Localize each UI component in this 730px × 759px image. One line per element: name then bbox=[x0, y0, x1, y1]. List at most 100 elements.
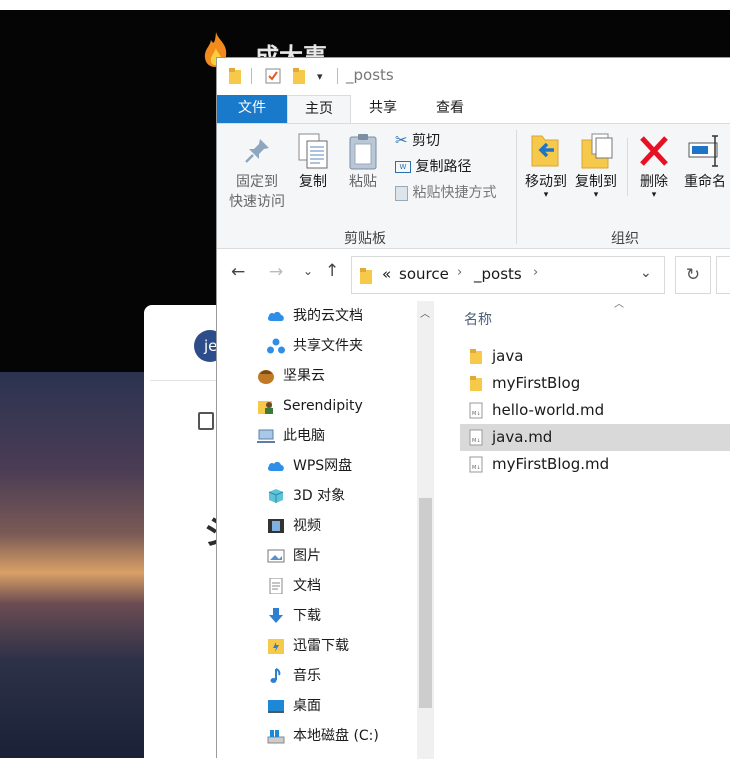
copy-to-dropdown-arrow: ▾ bbox=[593, 190, 599, 200]
pin-label-line1: 固定到 bbox=[236, 174, 278, 190]
cube-icon bbox=[268, 489, 284, 503]
tab-file[interactable]: 文件 bbox=[217, 95, 287, 123]
forward-arrow-icon[interactable]: → bbox=[269, 262, 283, 282]
paste-label: 粘贴 bbox=[349, 174, 377, 190]
copy-to-label: 复制到 bbox=[575, 174, 617, 190]
svg-text:M↓: M↓ bbox=[472, 411, 481, 417]
music-icon bbox=[270, 668, 281, 683]
customize-toolbar-arrow[interactable]: ▾ bbox=[317, 70, 323, 83]
clipboard-group-label: 剪贴板 bbox=[344, 231, 386, 247]
ribbon-tabs: 文件 主页 共享 查看 bbox=[217, 95, 730, 123]
list-item[interactable]: myFirstBlog bbox=[462, 370, 730, 397]
paste-button[interactable]: 粘贴 bbox=[345, 132, 381, 192]
navigation-pane: 我的云文档 共享文件夹 坚果云 Serendipity 此电脑 WPS网盘 3D… bbox=[217, 301, 434, 759]
clipboard-paste-icon bbox=[349, 134, 377, 170]
column-header-name[interactable]: 名称 bbox=[464, 309, 492, 329]
download-icon bbox=[269, 608, 283, 623]
delete-x-icon bbox=[640, 136, 668, 166]
address-bar[interactable]: « source › _posts › ⌄ bbox=[351, 256, 665, 294]
list-item[interactable]: M↓ myFirstBlog.md bbox=[462, 451, 730, 478]
up-arrow-icon[interactable]: ↑ bbox=[325, 261, 339, 281]
move-to-folder-icon bbox=[531, 135, 559, 167]
folder-icon bbox=[360, 268, 372, 284]
list-item-selected[interactable]: M↓ java.md bbox=[460, 424, 730, 451]
disk-icon bbox=[267, 730, 285, 744]
markdown-file-icon: M↓ bbox=[469, 456, 483, 473]
copy-to-button[interactable]: 复制到 ▾ bbox=[571, 132, 621, 200]
breadcrumb-overflow[interactable]: « bbox=[382, 265, 391, 283]
new-folder-icon[interactable] bbox=[293, 68, 305, 84]
list-item[interactable]: M↓ hello-world.md bbox=[462, 397, 730, 424]
svg-text:M↓: M↓ bbox=[472, 465, 481, 471]
thunder-folder-icon bbox=[268, 639, 284, 654]
copy-to-folder-icon bbox=[581, 133, 613, 169]
copy-path-button[interactable]: W 复制路径 bbox=[395, 156, 471, 176]
breadcrumb-source[interactable]: source bbox=[399, 265, 449, 283]
document-icon bbox=[269, 578, 283, 594]
svg-text:M↓: M↓ bbox=[472, 438, 481, 444]
tab-share[interactable]: 共享 bbox=[351, 95, 415, 123]
move-to-dropdown-arrow: ▾ bbox=[543, 190, 549, 200]
move-to-label: 移动到 bbox=[525, 174, 567, 190]
copy-path-icon: W bbox=[395, 161, 411, 173]
paste-shortcut-label: 粘贴快捷方式 bbox=[412, 185, 497, 201]
delete-button[interactable]: 删除 ▾ bbox=[633, 132, 675, 200]
breadcrumb-chevron-icon[interactable]: › bbox=[533, 265, 538, 280]
navigation-scrollbar[interactable]: ︿ bbox=[417, 301, 434, 759]
address-dropdown-icon[interactable]: ⌄ bbox=[640, 265, 652, 281]
window-title: _posts bbox=[346, 66, 394, 84]
quick-access-toolbar: ▾ _posts bbox=[217, 58, 730, 95]
scroll-up-arrow-icon[interactable]: ︿ bbox=[420, 305, 430, 320]
properties-icon[interactable] bbox=[265, 68, 281, 84]
markdown-file-icon: M↓ bbox=[469, 402, 483, 419]
background-top-strip bbox=[0, 0, 730, 10]
ribbon-separator bbox=[516, 130, 517, 244]
computer-icon bbox=[257, 429, 275, 443]
cut-label: 剪切 bbox=[412, 133, 441, 149]
ribbon-home: 固定到 快速访问 复制 粘贴 ✂ 剪切 W 复制路径 粘贴快捷方式 剪贴板 移动… bbox=[217, 123, 730, 249]
rename-button[interactable]: 重命名 bbox=[679, 132, 730, 192]
desktop-icon bbox=[268, 700, 284, 713]
cloud-icon bbox=[267, 461, 284, 471]
breadcrumb-posts[interactable]: _posts bbox=[474, 265, 522, 283]
file-explorer-window: ▾ _posts 文件 主页 共享 查看 固定到 快速访问 复制 粘贴 ✂ 剪切… bbox=[216, 57, 730, 759]
breadcrumb-chevron-icon[interactable]: › bbox=[457, 265, 462, 280]
folder-icon bbox=[470, 376, 482, 391]
scissors-icon: ✂ bbox=[395, 131, 408, 149]
markdown-file-icon: M↓ bbox=[469, 429, 483, 446]
share-network-icon bbox=[267, 338, 285, 354]
nut-icon bbox=[258, 370, 274, 384]
cut-button[interactable]: ✂ 剪切 bbox=[395, 130, 440, 150]
refresh-icon[interactable]: ↻ bbox=[675, 256, 711, 294]
rename-icon bbox=[688, 135, 718, 167]
video-icon bbox=[268, 519, 284, 533]
copy-path-label: 复制路径 bbox=[415, 159, 472, 175]
calendar-icon bbox=[198, 412, 214, 430]
list-item[interactable]: java bbox=[462, 343, 730, 370]
copy-icon bbox=[298, 133, 328, 169]
folder-icon bbox=[470, 349, 482, 364]
scrollbar-thumb[interactable] bbox=[419, 498, 432, 708]
recent-locations-chevron-icon[interactable]: ⌄ bbox=[303, 264, 313, 278]
back-arrow-icon[interactable]: ← bbox=[231, 262, 245, 282]
pin-icon bbox=[245, 139, 269, 163]
delete-label: 删除 bbox=[640, 174, 668, 190]
rename-label: 重命名 bbox=[684, 174, 726, 190]
tab-home[interactable]: 主页 bbox=[287, 95, 351, 123]
file-list-pane: 名称 ︿ java myFirstBlog M↓ hello-world.md … bbox=[434, 299, 730, 759]
tab-view[interactable]: 查看 bbox=[415, 95, 485, 123]
delete-dropdown-arrow: ▾ bbox=[651, 190, 657, 200]
pin-to-quick-access-button[interactable]: 固定到 快速访问 bbox=[223, 136, 291, 212]
paste-shortcut-icon bbox=[395, 185, 408, 201]
copy-button[interactable]: 复制 bbox=[295, 132, 331, 192]
cloud-icon bbox=[267, 311, 284, 321]
move-to-button[interactable]: 移动到 ▾ bbox=[521, 132, 571, 200]
sort-ascending-icon: ︿ bbox=[614, 299, 624, 310]
search-input[interactable] bbox=[716, 256, 730, 294]
organize-group-label: 组织 bbox=[611, 231, 639, 247]
paste-shortcut-button[interactable]: 粘贴快捷方式 bbox=[395, 182, 496, 202]
user-folder-icon bbox=[258, 401, 273, 414]
background-sky-image bbox=[0, 372, 150, 758]
pin-label-line2: 快速访问 bbox=[229, 194, 285, 210]
copy-label: 复制 bbox=[299, 174, 327, 190]
